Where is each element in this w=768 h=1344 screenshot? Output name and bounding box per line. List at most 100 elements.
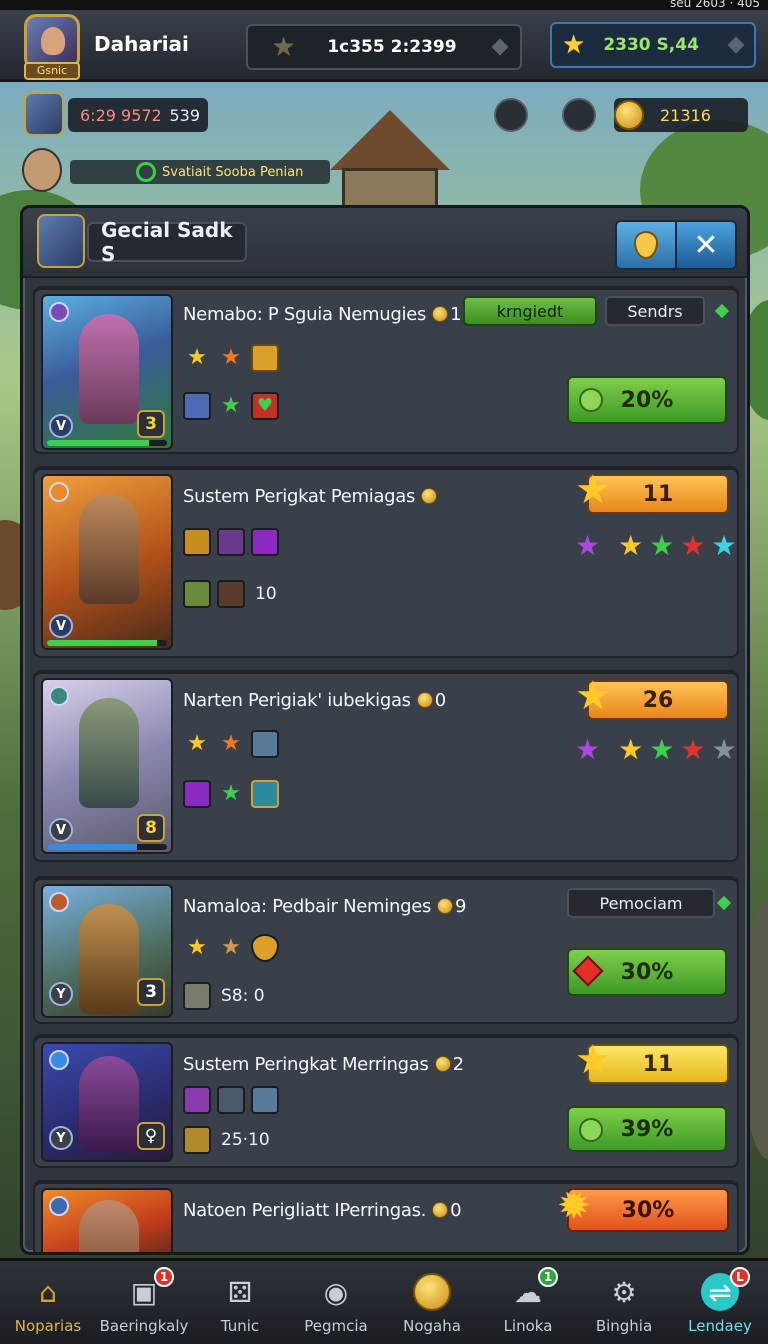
nav-item-linoka[interactable]: ☁ Linoka 1 [480,1261,576,1344]
green-diamond-icon [716,895,732,911]
coin-count: 2 [452,1054,464,1075]
resource-box: 6:29 9572 539 [68,98,208,132]
hero-class-icon [49,892,69,912]
status-tag-secondary[interactable]: Pemociam [567,888,715,918]
chest-icon [251,344,279,372]
quest-title: Nemabo: P Sguia Nemugies 1 [183,304,462,325]
coin-icon [434,1056,451,1072]
gold-feather-icon [183,1086,211,1114]
item-row: S8: 0 [183,982,265,1010]
close-icon: ✕ [693,227,719,263]
key-badge-icon: ♀ [137,1122,165,1150]
gold-star-icon: ★ [187,345,207,370]
gold-star-icon: ★ [187,731,207,756]
reward-row [183,528,279,556]
nav-item-tunic[interactable]: ⚄ Tunic [192,1261,288,1344]
close-button[interactable]: ✕ [675,222,735,268]
news-row: Svatiait Sooba Penian [0,148,768,198]
system-status-strip: seu 2603 · 405 [0,0,768,10]
shield-icon [251,934,279,962]
center-stat-value: 1c355 2:2399 [327,37,457,57]
currency-pill[interactable]: ★ 2330 S,44 [550,22,756,68]
rank-v-badge: V [49,614,73,638]
nav-item-baeringkaly[interactable]: ▣ Baeringkaly 1 [96,1261,192,1344]
claim-button[interactable]: 20% [567,376,727,424]
status-tag-primary[interactable]: krngiedt [463,296,597,326]
nav-label: Nogaha [403,1317,461,1335]
reward-row: ★ ★ [183,344,279,372]
hero-level-badge: 3 [137,410,165,438]
quest-card[interactable]: V 3 Nemabo: P Sguia Nemugies 1 ★ ★ ★ ♥ kr… [33,286,739,454]
coin-icon [614,100,644,130]
status-text: seu 2603 · 405 [670,0,760,10]
claim-button-label: 39% [620,1116,674,1142]
nav-item-nogaha[interactable]: Nogaha [384,1261,480,1344]
gear-icon: ⚙ [611,1275,637,1309]
nav-item-noparias[interactable]: ⌂ Noparias [0,1261,96,1344]
quest-title: Narten Perigiak' iubekigas 0 [183,690,446,711]
coin-count: 1 [450,304,462,325]
quest-card[interactable]: Natoen Perigliatt IPerringas. 0 ✹ 30% [33,1180,739,1252]
hero-level-badge: 3 [137,978,165,1006]
nav-label: Pegmcia [304,1317,368,1335]
coin-icon [432,1202,449,1218]
quest-card[interactable]: V Sustem Perigkat Pemiagas 10 ★ 11 ★ ★ ★… [33,466,739,658]
gold-star-icon: ★ [618,529,644,562]
panel-avatar [37,214,85,268]
quest-card[interactable]: Y 3 Namaloa: Pedbair Neminges 9 ★ ★ S8: 0… [33,876,739,1024]
diamond-icon [491,38,509,56]
red-gem-icon [572,955,604,987]
quest-panel: Gecial Sadk S ✕ V 3 Nemabo: P Sguia Nemu… [20,205,750,1255]
quest-title: Sustem Perigkat Pemiagas [183,486,439,507]
dice-icon: ⚄ [227,1275,253,1309]
claim-button[interactable]: ✹ 30% [557,1186,729,1232]
claim-button-label: 30% [621,1197,675,1223]
hero-mini-icon [183,392,211,420]
shield-button[interactable] [617,222,675,268]
star-icon: ★ [575,673,611,719]
hero-portrait: V 8 [41,678,173,854]
claim-button[interactable]: 30% [567,948,727,996]
coin-count: 0 [434,690,446,711]
squad-avatar[interactable] [24,92,64,136]
nav-item-binghia[interactable]: ⚙ Binghia [576,1261,672,1344]
notification-badge: L [730,1267,750,1287]
quest-card[interactable]: V 8 Narten Perigiak' iubekigas 0 ★ ★ ★ ★ … [33,670,739,862]
quest-title-text: Sustem Peringkat Merringas [183,1054,429,1075]
home-icon: ⌂ [39,1275,57,1309]
star-outline-icon: ★ [272,32,296,62]
news-ticker[interactable]: Svatiait Sooba Penian [70,160,330,184]
hammer-icon [251,730,279,758]
hero-portrait: V [41,474,173,650]
resource-value-left: 6:29 9572 [80,105,162,125]
resource-row: 6:29 9572 539 21316 [0,90,768,146]
nav-label: Tunic [220,1317,260,1335]
player-name: Dahariai [94,32,189,56]
profile-round-button[interactable] [562,98,596,132]
chest-icon [251,780,279,808]
center-stat-pill[interactable]: ★ 1c355 2:2399 [246,24,522,70]
status-tag-secondary[interactable]: Sendrs [605,296,705,326]
quest-title: Natoen Perigliatt IPerringas. 0 [183,1200,462,1221]
rank-v-badge: V [49,414,73,438]
gold-star-icon: ★ [187,935,207,960]
settings-round-button[interactable] [494,98,528,132]
heart-icon: ♥ [251,392,279,420]
quest-card[interactable]: Y ♀ Sustem Peringkat Merringas 2 25·10 ★ … [33,1034,739,1168]
hero-level-badge: 8 [137,814,165,842]
nav-item-pegmcia[interactable]: ◉ Pegmcia [288,1261,384,1344]
coin-icon [437,898,454,914]
claim-button-label: 20% [620,387,674,413]
green-star-icon: ★ [649,733,675,766]
quest-title-text: Namaloa: Pedbair Neminges [183,896,432,917]
item-row: ★ ♥ [183,392,279,420]
hero-class-icon [49,482,69,502]
progress-bar: ★ 11 [575,1040,729,1084]
item-amount: S8: 0 [221,986,265,1006]
hero-portrait: Y ♀ [41,1042,173,1162]
claim-button[interactable]: 39% [567,1106,727,1152]
nav-item-lendaey[interactable]: ⇌ Lendaey L [672,1261,768,1344]
hero-portrait [41,1188,173,1252]
quest-title-text: Nemabo: P Sguia Nemugies [183,304,427,325]
purple-orb-icon [251,528,279,556]
